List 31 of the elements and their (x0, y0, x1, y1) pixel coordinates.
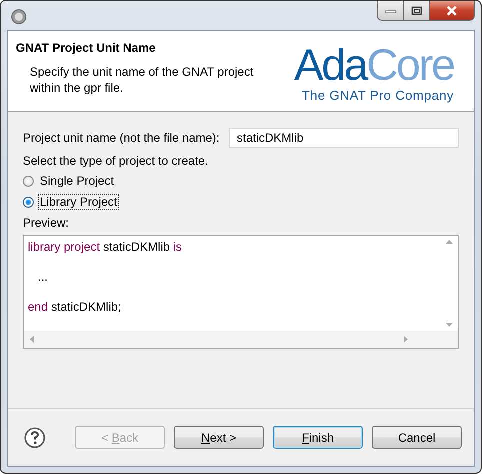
company-logo: AdaCore The GNAT Pro Company (294, 40, 455, 105)
unit-name-field[interactable]: staticDKMlib (229, 128, 459, 148)
code-line: library project staticDKMlib is (28, 239, 184, 255)
radio-button[interactable] (23, 176, 34, 186)
maximize-icon (410, 6, 422, 16)
dialog-button[interactable]: Cancel (372, 426, 462, 449)
page-description: Specify the unit name of the GNAT project within the gpr file. (30, 64, 255, 96)
preview-label: Preview: (23, 216, 70, 230)
minimize-button[interactable] (377, 1, 404, 21)
field-label: Project unit name (not the file name): (23, 131, 220, 145)
horizontal-scrollbar[interactable] (24, 331, 458, 348)
close-icon (446, 6, 458, 16)
minimize-icon (384, 8, 396, 14)
maximize-button[interactable] (403, 1, 430, 21)
radio-button[interactable] (23, 196, 34, 208)
code-line: end staticDKMlib; (28, 299, 122, 315)
scroll-down-icon[interactable] (446, 323, 453, 327)
close-button[interactable] (429, 1, 475, 21)
radio-label[interactable]: Library Project (38, 194, 120, 210)
page-title: GNAT Project Unit Name (16, 41, 157, 55)
dialog-button[interactable]: Next > (174, 426, 264, 449)
preview-text-area[interactable]: library project staticDKMlib is ... end staticDKMlib; (23, 235, 459, 349)
scroll-right-icon[interactable] (404, 336, 408, 343)
scroll-left-icon[interactable] (30, 336, 34, 343)
dialog-button[interactable]: Finish (273, 426, 363, 449)
radio-label[interactable]: Single Project (38, 173, 116, 189)
scroll-up-icon[interactable] (446, 240, 453, 244)
app-icon (11, 9, 27, 25)
code-line: ... (37, 269, 50, 285)
section-label: Select the type of project to create. (23, 154, 210, 168)
help-icon[interactable] (24, 426, 46, 448)
